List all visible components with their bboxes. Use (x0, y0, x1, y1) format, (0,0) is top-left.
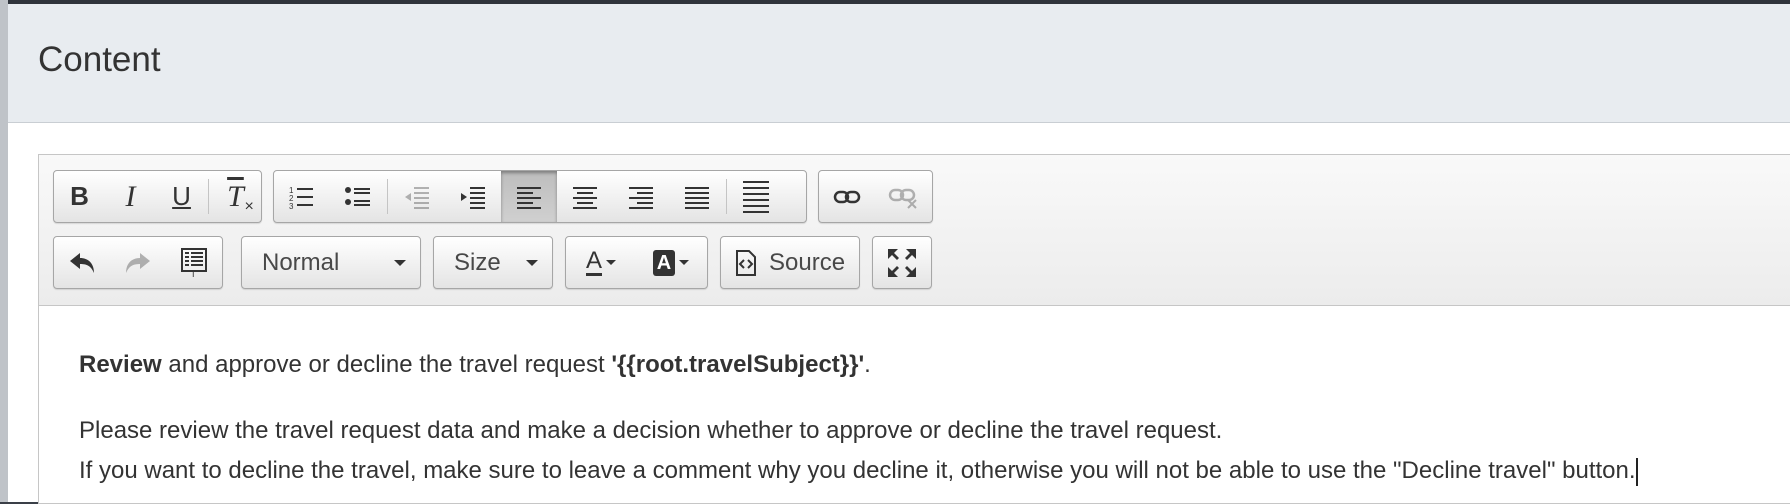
toolbar-separator (208, 179, 209, 214)
justify-icon (685, 186, 709, 209)
content-bold-text: Review (79, 351, 162, 378)
align-center-button[interactable] (557, 171, 613, 222)
paste-from-word-icon: I (181, 247, 207, 278)
underline-button[interactable]: U (156, 171, 207, 222)
outdent-icon (405, 186, 429, 209)
bulleted-list-button[interactable] (330, 171, 386, 222)
bulleted-list-icon (345, 186, 370, 206)
maximize-button[interactable] (872, 236, 932, 289)
paragraph-format-button[interactable] (728, 171, 784, 222)
basic-styles-group: B I U T × (53, 170, 262, 223)
text-color-button[interactable]: A (566, 237, 636, 288)
source-button[interactable]: Source (720, 236, 860, 289)
numbered-list-icon: 1 2 3 (289, 186, 313, 210)
italic-button[interactable]: I (105, 171, 156, 222)
toolbar-separator (726, 179, 727, 214)
content-variable: '{{root.travelSubject}}' (611, 351, 865, 378)
link-button[interactable] (819, 171, 875, 222)
source-icon (736, 249, 756, 276)
maximize-icon (888, 248, 916, 277)
background-color-button[interactable]: A (636, 237, 706, 288)
chevron-down-icon (526, 260, 538, 266)
dialog-title: Content (38, 40, 161, 79)
toolbar-separator (387, 179, 388, 214)
clipboard-group: I (53, 236, 223, 289)
remove-format-icon: T × (227, 179, 254, 215)
bold-button[interactable]: B (54, 171, 105, 222)
indent-button[interactable] (445, 171, 501, 222)
chevron-down-icon (394, 260, 406, 266)
content-paragraph-2: Please review the travel request data an… (79, 417, 1223, 444)
paragraph-format-icon (743, 180, 769, 213)
colors-group: A A (565, 236, 708, 289)
underline-icon: U (172, 181, 191, 211)
size-value: Size (454, 248, 501, 276)
format-value: Normal (262, 248, 340, 276)
align-center-icon (573, 186, 597, 209)
undo-button[interactable] (54, 237, 110, 288)
size-dropdown[interactable]: Size (433, 236, 553, 289)
links-group (818, 170, 933, 223)
backdrop-left-edge (0, 0, 8, 502)
unlink-icon (888, 188, 917, 209)
editor-content-area[interactable]: Review and approve or decline the travel… (79, 345, 1779, 491)
content-paragraph-1: Review and approve or decline the travel… (79, 345, 1779, 385)
remove-format-button[interactable]: T × (210, 171, 261, 222)
svg-text:I: I (192, 269, 195, 278)
background-color-icon: A (652, 249, 690, 276)
content-paragraph-3: If you want to decline the travel, make … (79, 451, 1779, 491)
link-icon (833, 190, 861, 203)
format-dropdown[interactable]: Normal (241, 236, 421, 289)
unlink-button[interactable] (875, 171, 931, 222)
source-label: Source (769, 248, 846, 276)
editor-toolbar: B I U T × 1 2 3 I Normal Size A A Source (39, 155, 1790, 306)
redo-button[interactable] (110, 237, 166, 288)
undo-icon (70, 252, 94, 273)
content-text: and approve or decline the travel reques… (161, 351, 612, 378)
dialog-header: Content (8, 4, 1790, 123)
align-right-icon (629, 186, 653, 209)
svg-text:3: 3 (289, 202, 294, 210)
align-left-button[interactable] (501, 171, 557, 222)
indent-icon (461, 186, 485, 209)
align-right-button[interactable] (613, 171, 669, 222)
italic-icon: I (125, 179, 136, 213)
outdent-button[interactable] (389, 171, 445, 222)
text-color-icon: A (585, 249, 616, 276)
content-text-end: . (864, 351, 871, 378)
align-left-icon (517, 186, 541, 209)
content-dialog: Content B I U T × 1 2 3 I Normal Size A … (8, 4, 1790, 504)
rich-text-editor: B I U T × 1 2 3 I Normal Size A A Source… (38, 154, 1790, 504)
paragraph-group: 1 2 3 (273, 170, 807, 223)
text-cursor (1635, 457, 1638, 486)
paste-from-word-button[interactable]: I (166, 237, 222, 288)
bold-icon: B (70, 181, 89, 211)
content-paragraph-3-text: If you want to decline the travel, make … (79, 457, 1636, 484)
justify-button[interactable] (669, 171, 725, 222)
numbered-list-button[interactable]: 1 2 3 (274, 171, 330, 222)
redo-icon (126, 252, 150, 273)
